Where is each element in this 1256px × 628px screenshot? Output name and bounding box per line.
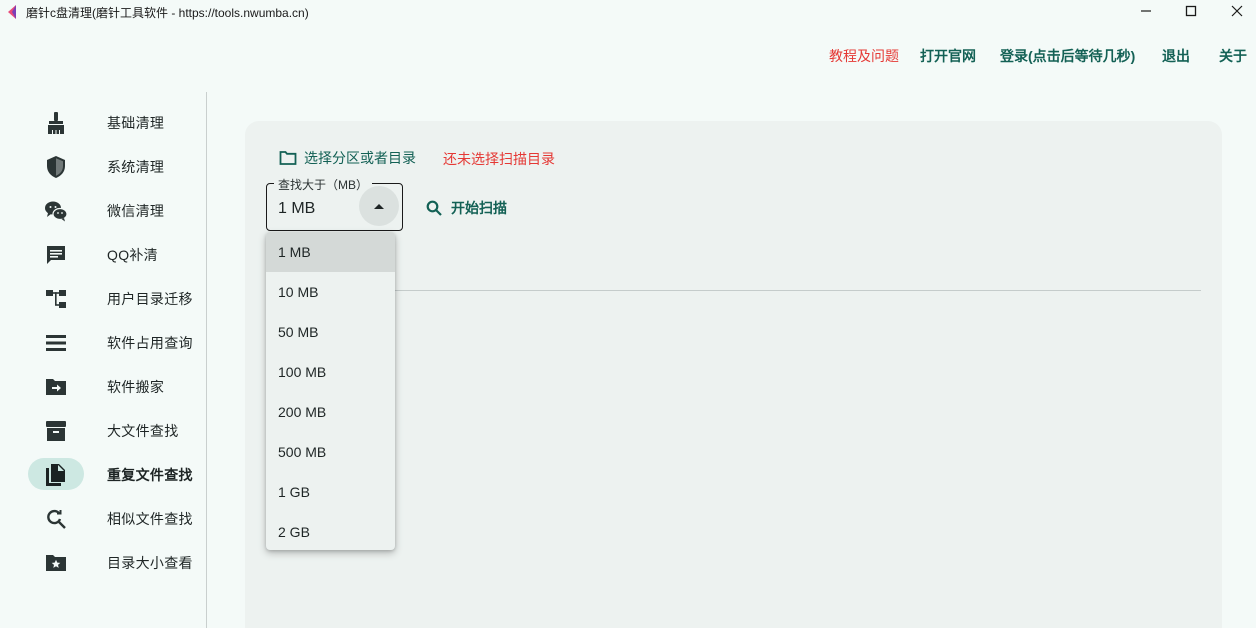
sidebar-item-dir-size-view[interactable]: 目录大小查看 <box>0 544 206 580</box>
maximize-icon <box>1185 5 1197 17</box>
shield-icon <box>47 156 65 178</box>
dropdown-option[interactable]: 2 GB <box>266 512 395 550</box>
sidebar-item-label: 用户目录迁移 <box>107 291 193 307</box>
sidebar-item-similar-file-search[interactable]: 相似文件查找 <box>0 500 206 536</box>
archive-icon <box>46 421 66 441</box>
sidebar: 基础清理 系统清理 微信清理 QQ补清 用户目录迁移 软件占用查询 软件搬家 大… <box>0 92 206 628</box>
folder-outline-icon <box>279 151 297 165</box>
dropdown-toggle-button[interactable] <box>359 186 399 226</box>
about-link[interactable]: 关于 <box>1219 46 1247 66</box>
sidebar-item-large-file-search[interactable]: 大文件查找 <box>0 412 206 448</box>
dropdown-option[interactable]: 500 MB <box>266 432 395 472</box>
sidebar-item-label: 大文件查找 <box>107 423 179 439</box>
logout-link[interactable]: 退出 <box>1162 46 1190 66</box>
copy-file-icon <box>46 464 65 486</box>
sidebar-item-system-clean[interactable]: 系统清理 <box>0 148 206 184</box>
dropdown-option[interactable]: 200 MB <box>266 392 395 432</box>
open-website-link[interactable]: 打开官网 <box>920 46 976 66</box>
sidebar-item-label: 系统清理 <box>107 159 165 175</box>
wechat-icon <box>45 201 68 222</box>
list-icon <box>46 335 66 351</box>
select-directory-label: 选择分区或者目录 <box>304 150 416 166</box>
size-dropdown-menu: 1 MB 10 MB 50 MB 100 MB 200 MB 500 MB 1 … <box>266 232 395 550</box>
sidebar-item-user-dir-migrate[interactable]: 用户目录迁移 <box>0 280 206 316</box>
size-threshold-label: 查找大于（MB） <box>274 176 373 193</box>
dropdown-option[interactable]: 1 GB <box>266 472 395 512</box>
maximize-button[interactable] <box>1169 0 1213 22</box>
close-icon <box>1231 5 1243 17</box>
dropdown-option[interactable]: 1 MB <box>266 232 395 272</box>
results-divider <box>395 290 1201 291</box>
chat-icon <box>47 246 65 264</box>
window-title: 磨针c盘清理(磨针工具软件 - https://tools.nwumba.cn) <box>26 6 309 20</box>
sidebar-item-label: 基础清理 <box>107 115 165 131</box>
login-link[interactable]: 登录(点击后等待几秒) <box>1000 46 1135 66</box>
scan-dir-status: 还未选择扫描目录 <box>443 151 555 167</box>
dropdown-option[interactable]: 50 MB <box>266 312 395 352</box>
app-logo-icon <box>8 5 16 19</box>
folder-move-icon <box>46 379 66 395</box>
find-replace-icon <box>47 509 66 529</box>
folder-star-icon <box>46 555 66 571</box>
sidebar-item-label: 重复文件查找 <box>107 467 193 483</box>
sidebar-item-wechat-clean[interactable]: 微信清理 <box>0 192 206 228</box>
sidebar-item-label: 相似文件查找 <box>107 511 193 527</box>
sidebar-divider <box>206 92 207 628</box>
close-button[interactable] <box>1215 0 1256 22</box>
start-scan-button[interactable]: 开始扫描 <box>426 198 507 218</box>
sidebar-item-basic-clean[interactable]: 基础清理 <box>0 104 206 140</box>
select-directory-button[interactable]: 选择分区或者目录 <box>279 148 416 168</box>
sidebar-item-software-move[interactable]: 软件搬家 <box>0 368 206 404</box>
size-threshold-value: 1 MB <box>278 200 316 217</box>
sidebar-item-label: QQ补清 <box>107 247 158 263</box>
sidebar-item-duplicate-file-search[interactable]: 重复文件查找 <box>0 456 206 492</box>
sidebar-item-software-usage[interactable]: 软件占用查询 <box>0 324 206 360</box>
sidebar-item-label: 微信清理 <box>107 203 165 219</box>
broom-icon <box>48 112 64 134</box>
search-icon <box>426 200 442 216</box>
tutorial-link[interactable]: 教程及问题 <box>829 46 899 66</box>
minimize-icon <box>1141 10 1151 12</box>
start-scan-label: 开始扫描 <box>451 200 507 216</box>
sidebar-item-label: 目录大小查看 <box>107 555 193 571</box>
sidebar-item-label: 软件占用查询 <box>107 335 193 351</box>
minimize-button[interactable] <box>1124 0 1168 22</box>
dropdown-option[interactable]: 10 MB <box>266 272 395 312</box>
arrow-up-icon <box>374 204 384 209</box>
tree-icon <box>46 290 66 308</box>
sidebar-item-label: 软件搬家 <box>107 379 165 395</box>
dropdown-option[interactable]: 100 MB <box>266 352 395 392</box>
sidebar-item-qq-clean[interactable]: QQ补清 <box>0 236 206 272</box>
title-bar: 磨针c盘清理(磨针工具软件 - https://tools.nwumba.cn) <box>0 0 1256 24</box>
